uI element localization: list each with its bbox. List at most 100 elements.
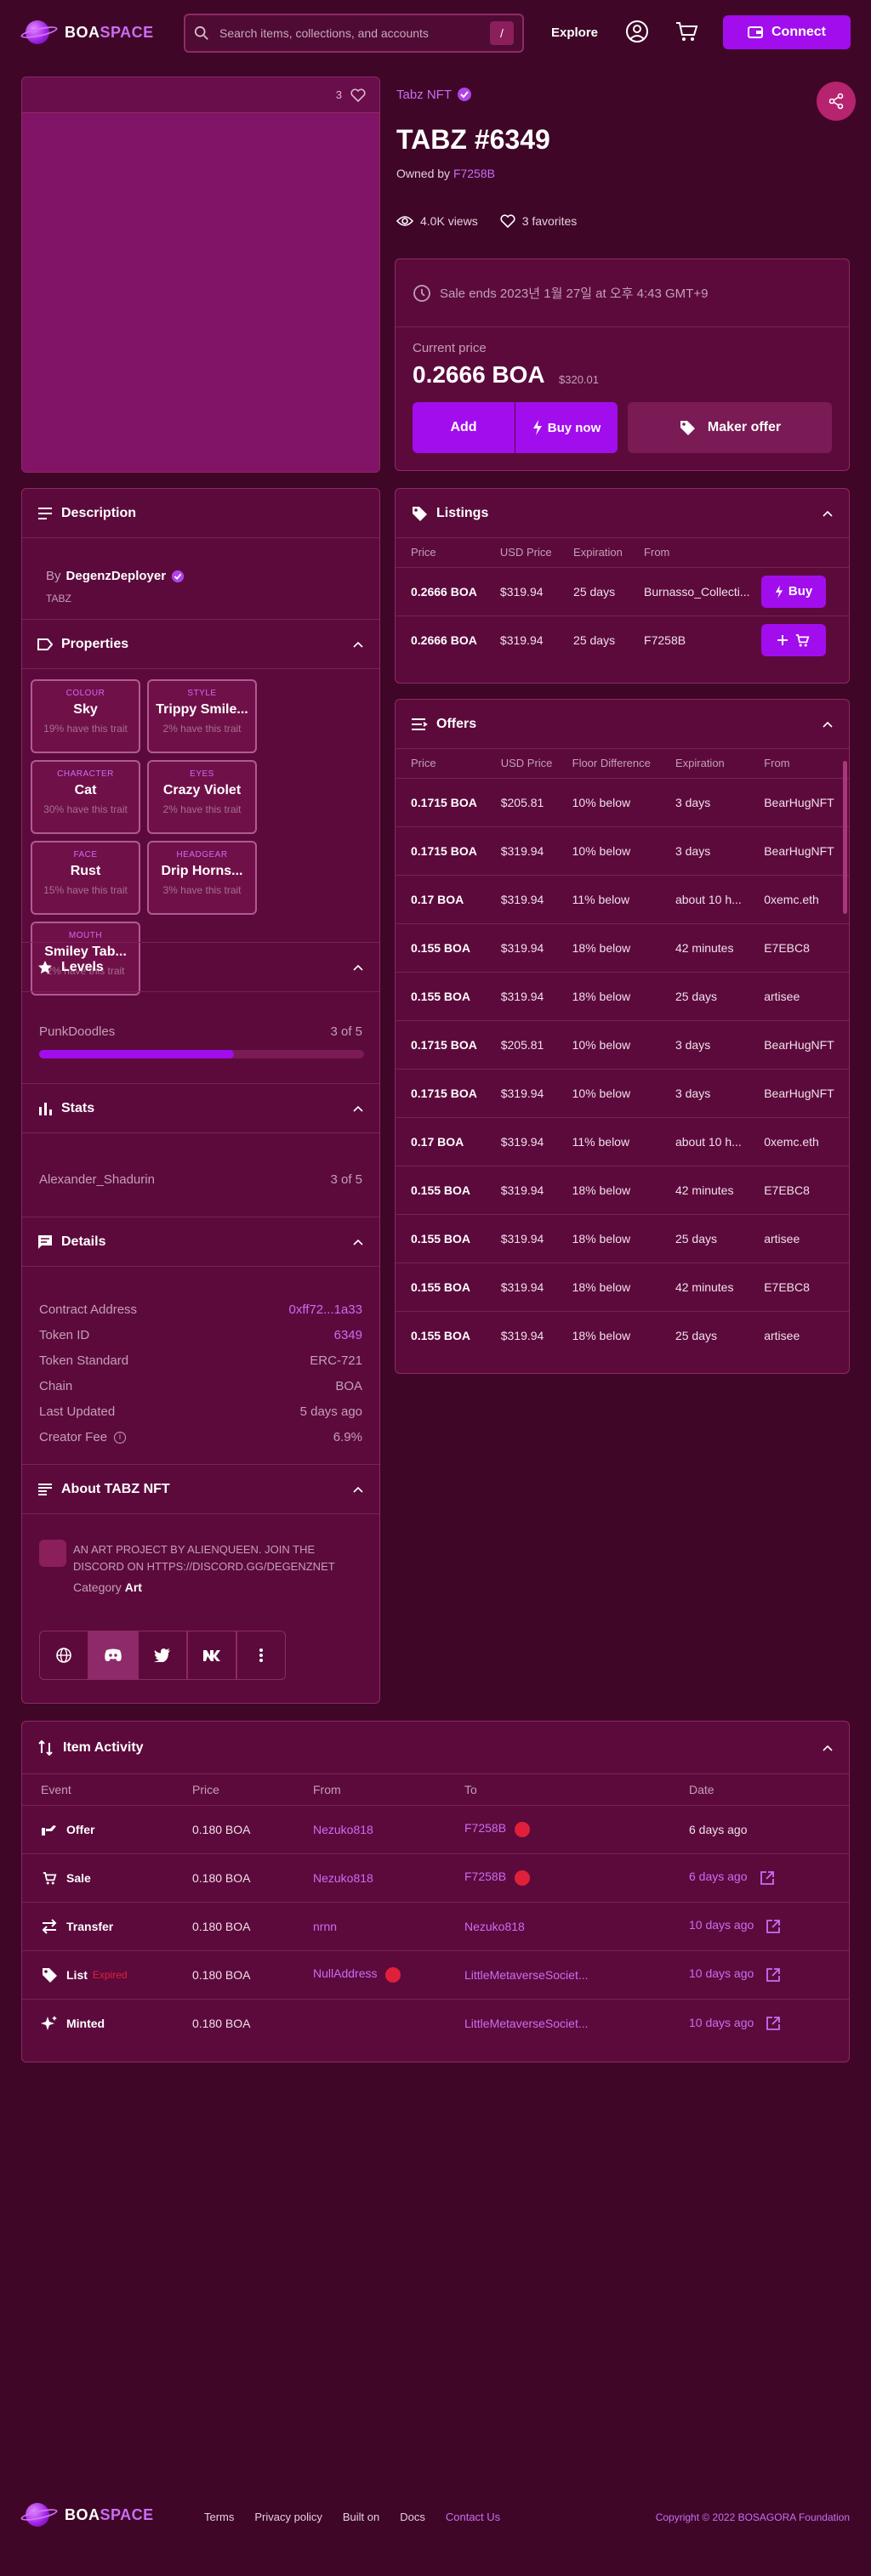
offer-from[interactable]: E7EBC8	[755, 1262, 849, 1311]
property-card[interactable]: EYES Crazy Violet 2% have this trait	[147, 760, 257, 834]
activity-row: List Expired 0.180 BOA NullAddress LittleMet…	[22, 1949, 849, 1999]
nft-image[interactable]	[22, 113, 379, 472]
listing-usd: $319.94	[484, 566, 559, 616]
levels-header[interactable]: Levels	[22, 943, 379, 992]
property-card[interactable]: CHARACTER Cat 30% have this trait	[31, 760, 140, 834]
offers-scrollbar[interactable]	[843, 761, 847, 914]
detail-key: Creator Fee	[39, 1429, 108, 1444]
activity-to[interactable]: F7258B	[464, 1821, 506, 1835]
owner-link[interactable]: F7258B	[453, 167, 495, 180]
property-card[interactable]: STYLE Trippy Smile... 2% have this trait	[147, 679, 257, 753]
share-button[interactable]	[817, 82, 856, 121]
collection-link[interactable]: Tabz NFT	[396, 87, 472, 102]
chevron-up-icon	[823, 1745, 833, 1751]
listings-header[interactable]: Listings	[396, 489, 849, 538]
property-card[interactable]: COLOUR Sky 19% have this trait	[31, 679, 140, 753]
offer-floor-diff: 10% below	[563, 826, 667, 875]
creator-link[interactable]: DegenzDeployer	[66, 569, 167, 583]
heart-icon[interactable]	[350, 88, 366, 102]
properties-header[interactable]: Properties	[22, 620, 379, 669]
detail-row: Token ID 6349	[22, 1322, 379, 1348]
offer-from[interactable]: BearHugNFT	[755, 1019, 849, 1069]
image-toolbar: 3	[22, 77, 379, 113]
add-to-cart-listing-button[interactable]	[761, 623, 827, 656]
offer-row: 0.17 BOA $319.94 11% below about 10 h... 0xe…	[396, 1116, 849, 1166]
activity-header[interactable]: Item Activity	[22, 1722, 849, 1774]
footer-logo[interactable]: BOASPACE	[20, 2501, 154, 2528]
property-type: FACE	[73, 850, 98, 860]
user-avatar	[385, 1966, 401, 1983]
discord-link[interactable]	[88, 1631, 138, 1680]
external-link-icon[interactable]	[766, 2016, 781, 2031]
activity-date[interactable]: 10 days ago	[689, 1966, 754, 1980]
activity-from[interactable]: NullAddress	[313, 1966, 377, 1980]
more-options-button[interactable]	[236, 1631, 286, 1680]
activity-event: Minted	[41, 2015, 174, 2032]
activity-to[interactable]: Nezuko818	[464, 1920, 525, 1933]
offer-row: 0.1715 BOA $205.81 10% below 3 days BearHugN…	[396, 777, 849, 826]
explore-link[interactable]: Explore	[551, 26, 598, 40]
account-icon[interactable]	[624, 19, 650, 44]
offer-usd: $319.94	[492, 1068, 564, 1117]
stats-header[interactable]: Stats	[22, 1084, 379, 1133]
details-header[interactable]: Details	[22, 1217, 379, 1267]
activity-date[interactable]: 10 days ago	[689, 1918, 754, 1932]
offers-header[interactable]: Offers	[396, 700, 849, 749]
add-to-cart-button[interactable]: Add	[413, 402, 515, 453]
activity-date[interactable]: 10 days ago	[689, 2016, 754, 2029]
buy-now-button[interactable]: Buy now	[515, 402, 618, 453]
footer-link[interactable]: Privacy policy	[254, 2511, 322, 2523]
property-value: Sky	[73, 702, 98, 717]
offer-from[interactable]: E7EBC8	[755, 922, 849, 972]
brand-logo[interactable]: BOASPACE	[20, 19, 154, 46]
footer-link[interactable]: Contact Us	[446, 2511, 500, 2523]
property-card[interactable]: HEADGEAR Drip Horns... 3% have this trait	[147, 841, 257, 915]
activity-price: 0.180 BOA	[174, 1853, 294, 1902]
activity-to[interactable]: F7258B	[464, 1870, 506, 1883]
external-link-icon[interactable]	[766, 1919, 781, 1934]
offer-from[interactable]: artisee	[755, 1310, 849, 1359]
cart-icon[interactable]	[674, 19, 699, 44]
footer-link[interactable]: Docs	[400, 2511, 425, 2523]
listing-from[interactable]: Burnasso_Collecti...	[629, 566, 762, 616]
offer-from[interactable]: BearHugNFT	[755, 777, 849, 826]
buy-listing-button[interactable]: Buy	[761, 575, 827, 608]
offer-row: 0.155 BOA $319.94 18% below 25 days artisee	[396, 971, 849, 1020]
search-box[interactable]: /	[184, 14, 524, 53]
about-header[interactable]: About TABZ NFT	[22, 1465, 379, 1514]
offer-from[interactable]: 0xemc.eth	[755, 874, 849, 923]
detail-row: Chain BOA	[22, 1373, 379, 1399]
twitter-link[interactable]	[138, 1631, 187, 1680]
property-type: EYES	[190, 769, 214, 779]
footer-link[interactable]: Terms	[204, 2511, 234, 2523]
chevron-up-icon	[353, 1105, 363, 1112]
activity-from[interactable]: Nezuko818	[313, 1823, 373, 1836]
activity-date[interactable]: 6 days ago	[689, 1870, 748, 1883]
external-link-icon[interactable]	[760, 1870, 775, 1886]
vk-link[interactable]	[187, 1631, 236, 1680]
info-icon[interactable]: i	[114, 1431, 127, 1444]
offer-from[interactable]: artisee	[755, 1213, 849, 1262]
offer-from[interactable]: BearHugNFT	[755, 1068, 849, 1117]
offer-from[interactable]: artisee	[755, 971, 849, 1020]
property-card[interactable]: FACE Rust 15% have this trait	[31, 841, 140, 915]
activity-from[interactable]: Nezuko818	[313, 1871, 373, 1885]
footer-link[interactable]: Built on	[343, 2511, 379, 2523]
maker-offer-button[interactable]: Maker offer	[628, 402, 832, 453]
activity-to[interactable]: LittleMetaverseSociet...	[464, 2017, 589, 2030]
external-link-icon[interactable]	[766, 1967, 781, 1983]
activity-from[interactable]: nrnn	[313, 1920, 337, 1933]
detail-value[interactable]: 0xff72...1a33	[289, 1302, 362, 1317]
event-type: Transfer	[66, 1919, 114, 1933]
search-input[interactable]	[219, 26, 490, 40]
offer-from[interactable]: BearHugNFT	[755, 826, 849, 875]
event-type: List	[66, 1967, 88, 1982]
listing-from[interactable]: F7258B	[629, 615, 762, 664]
connect-wallet-button[interactable]: Connect	[723, 15, 851, 49]
website-link[interactable]	[39, 1631, 88, 1680]
offer-from[interactable]: 0xemc.eth	[755, 1116, 849, 1166]
offer-row: 0.155 BOA $319.94 18% below 42 minutes E7EBC…	[396, 922, 849, 972]
detail-value[interactable]: 6349	[334, 1328, 362, 1342]
offer-from[interactable]: E7EBC8	[755, 1165, 849, 1214]
activity-to[interactable]: LittleMetaverseSociet...	[464, 1968, 589, 1982]
